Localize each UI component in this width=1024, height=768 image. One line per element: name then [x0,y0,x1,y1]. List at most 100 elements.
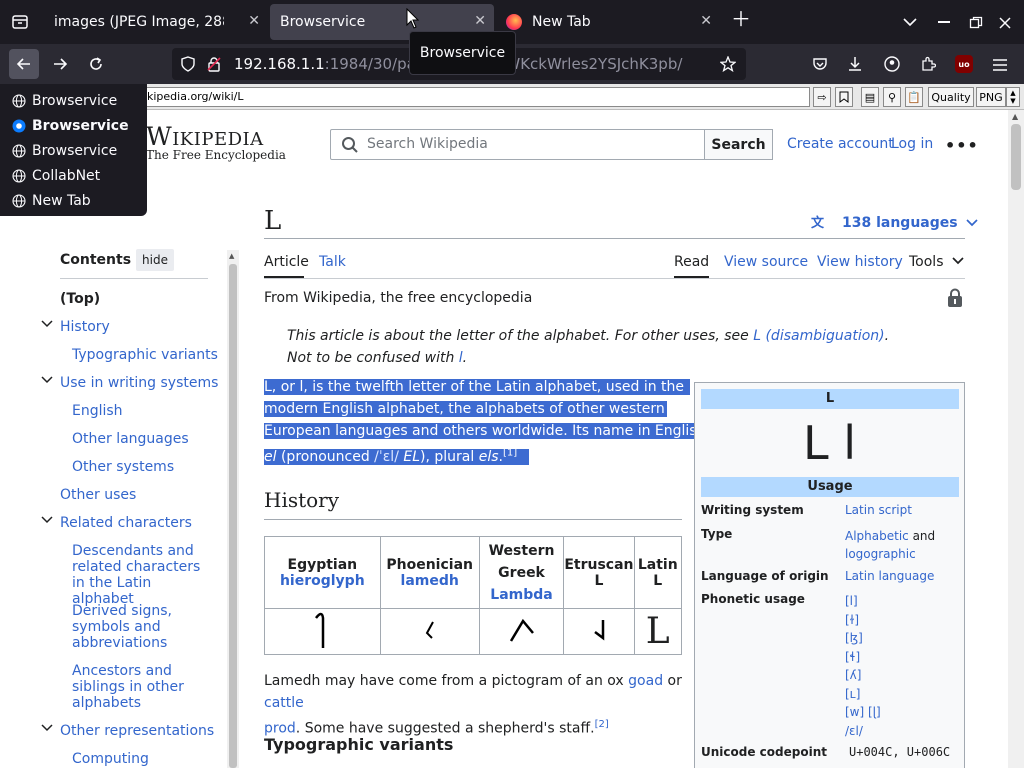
phonetic-link[interactable]: [ɫ] [845,611,881,630]
latin-language-link[interactable]: Latin language [845,569,934,583]
list-all-tabs-icon[interactable] [902,14,918,34]
goad-link[interactable]: goad [628,673,663,689]
search-input[interactable]: Search Wikipedia [330,129,705,160]
chevron-down-icon[interactable] [41,515,53,525]
downloads-icon[interactable] [847,56,863,76]
chevron-down-icon[interactable] [41,319,53,329]
scroll-up-icon[interactable]: ▲ [1012,112,1018,121]
tab-list-icon[interactable] [10,12,30,32]
page-scrollbar[interactable]: ▲ [1008,110,1024,768]
cattle-prod-link[interactable]: cattle [264,695,304,711]
wikipedia-wordmark[interactable]: Wikipedia [146,122,264,151]
restore-icon[interactable] [969,15,983,34]
scroll-up-icon[interactable]: ▲ [229,252,234,260]
toc-item-related-characters[interactable]: Related characters [60,515,192,531]
ublock-origin-icon[interactable]: uo [955,55,973,73]
history-item[interactable]: Browservice [0,138,147,163]
inner-address-field[interactable]: kipedia.org/wiki/L [140,87,810,107]
tab-article[interactable]: Article [264,254,309,270]
extensions-icon[interactable] [920,56,937,76]
shield-icon[interactable] [180,56,196,76]
toc-scrollbar-thumb[interactable] [229,264,237,768]
hieroglyph-link[interactable]: hieroglyph [280,573,365,589]
insecure-lock-icon[interactable] [206,56,222,76]
quality-format[interactable]: PNG [976,87,1006,107]
tab-read[interactable]: Read [674,254,709,270]
toc-scrollbar[interactable]: ▲ [227,250,239,768]
scrollbar-thumb[interactable] [1011,124,1021,190]
tab-title: Browservice [280,14,366,30]
phonetic-link[interactable]: [ʟ] [845,685,881,704]
tab-new-tab[interactable]: New Tab ✕ [496,4,720,40]
toc-item-ancestors[interactable]: Ancestors and siblings in other alphabet… [72,663,192,711]
history-item-current[interactable]: Browservice [0,113,147,138]
alphabetic-link[interactable]: Alphabetic [845,529,909,543]
disambiguation-link[interactable]: L (disambiguation) [753,328,884,344]
tab-images[interactable]: images (JPEG Image, 288 ✕ [44,4,268,40]
history-item[interactable]: Browservice [0,88,147,113]
more-options-icon[interactable]: ••• [945,136,979,155]
bookmark-icon[interactable] [835,87,853,107]
minimize-icon[interactable] [938,21,950,23]
toc-item-derived-signs[interactable]: Derived signs, symbols and abbreviations [72,603,182,651]
table-of-contents: Contents hide (Top) History Typographic … [0,240,240,768]
reload-button[interactable] [81,49,111,79]
citation-1[interactable]: [1] [503,447,517,458]
quality-stepper[interactable]: ▲ ▼ [1006,87,1020,107]
phonetic-link[interactable]: [ɮ] [845,629,881,648]
toc-item-other-languages[interactable]: Other languages [72,431,189,447]
toc-hide-button[interactable]: hide [136,249,174,271]
close-window-icon[interactable] [998,15,1012,34]
toc-item-typographic-variants[interactable]: Typographic variants [72,347,218,363]
back-button[interactable] [9,49,39,79]
toc-item-top[interactable]: (Top) [60,291,100,307]
tab-view-history[interactable]: View history [817,254,903,270]
account-icon[interactable] [884,56,900,76]
pocket-icon[interactable] [812,56,828,76]
citation-2[interactable]: [2] [595,719,609,730]
search-button[interactable]: Search [704,129,773,160]
tab-talk[interactable]: Talk [319,254,346,270]
languages-button[interactable]: 文 138 languages [811,214,978,232]
bookmark-star-icon[interactable] [719,55,737,76]
find-binoculars-icon[interactable]: ⚲ [883,87,901,107]
chevron-down-icon[interactable] [41,723,53,733]
toc-item-computing[interactable]: Computing [72,751,149,767]
close-tab-icon[interactable]: ✕ [248,13,260,29]
phonetic-link[interactable]: [ʎ] [845,666,881,685]
logographic-link[interactable]: logographic [845,547,916,561]
lamedh-link[interactable]: lamedh [401,573,459,589]
close-tab-icon[interactable]: ✕ [474,13,486,29]
forward-button[interactable] [45,49,75,79]
hamburger-menu-icon[interactable] [992,57,1008,76]
toc-item-history[interactable]: History [60,319,110,335]
latin-script-link[interactable]: Latin script [845,503,912,517]
create-account-link[interactable]: Create account [787,136,894,152]
phonetic-link[interactable]: [w] [ɭ] [845,703,881,722]
tools-menu[interactable]: Tools [909,254,964,270]
tab-view-source[interactable]: View source [724,254,808,270]
toc-item-descendants[interactable]: Descendants and related characters in th… [72,543,212,607]
phonetic-link[interactable]: [ɬ] [845,648,881,667]
toc-item-other-representations[interactable]: Other representations [60,723,214,739]
toc-item-other-uses[interactable]: Other uses [60,487,136,503]
protection-lock-icon[interactable] [946,288,964,312]
close-tab-icon[interactable]: ✕ [700,13,712,29]
toc-item-english[interactable]: English [72,403,123,419]
history-item[interactable]: New Tab [0,188,147,213]
phonetic-link[interactable]: [l] [845,592,881,611]
history-item[interactable]: CollabNet [0,163,147,188]
chevron-down-icon[interactable] [41,375,53,385]
ipa-link[interactable]: /ˈɛl/ [374,449,399,465]
title-divider [264,238,965,239]
toc-item-other-systems[interactable]: Other systems [72,459,174,475]
bookmarks-list-icon[interactable]: ▤ [861,87,879,107]
new-tab-button[interactable]: ＋ [731,9,751,29]
clipboard-icon[interactable]: 📋 [905,87,923,107]
phonetic-link[interactable]: /ɛl/ [845,722,881,741]
go-arrow-icon[interactable]: ⇨ [813,87,831,107]
lambda-link[interactable]: Lambda [490,587,552,603]
toc-divider [60,278,208,279]
toc-item-use-in-writing[interactable]: Use in writing systems [60,375,218,391]
login-link[interactable]: Log in [891,136,933,152]
